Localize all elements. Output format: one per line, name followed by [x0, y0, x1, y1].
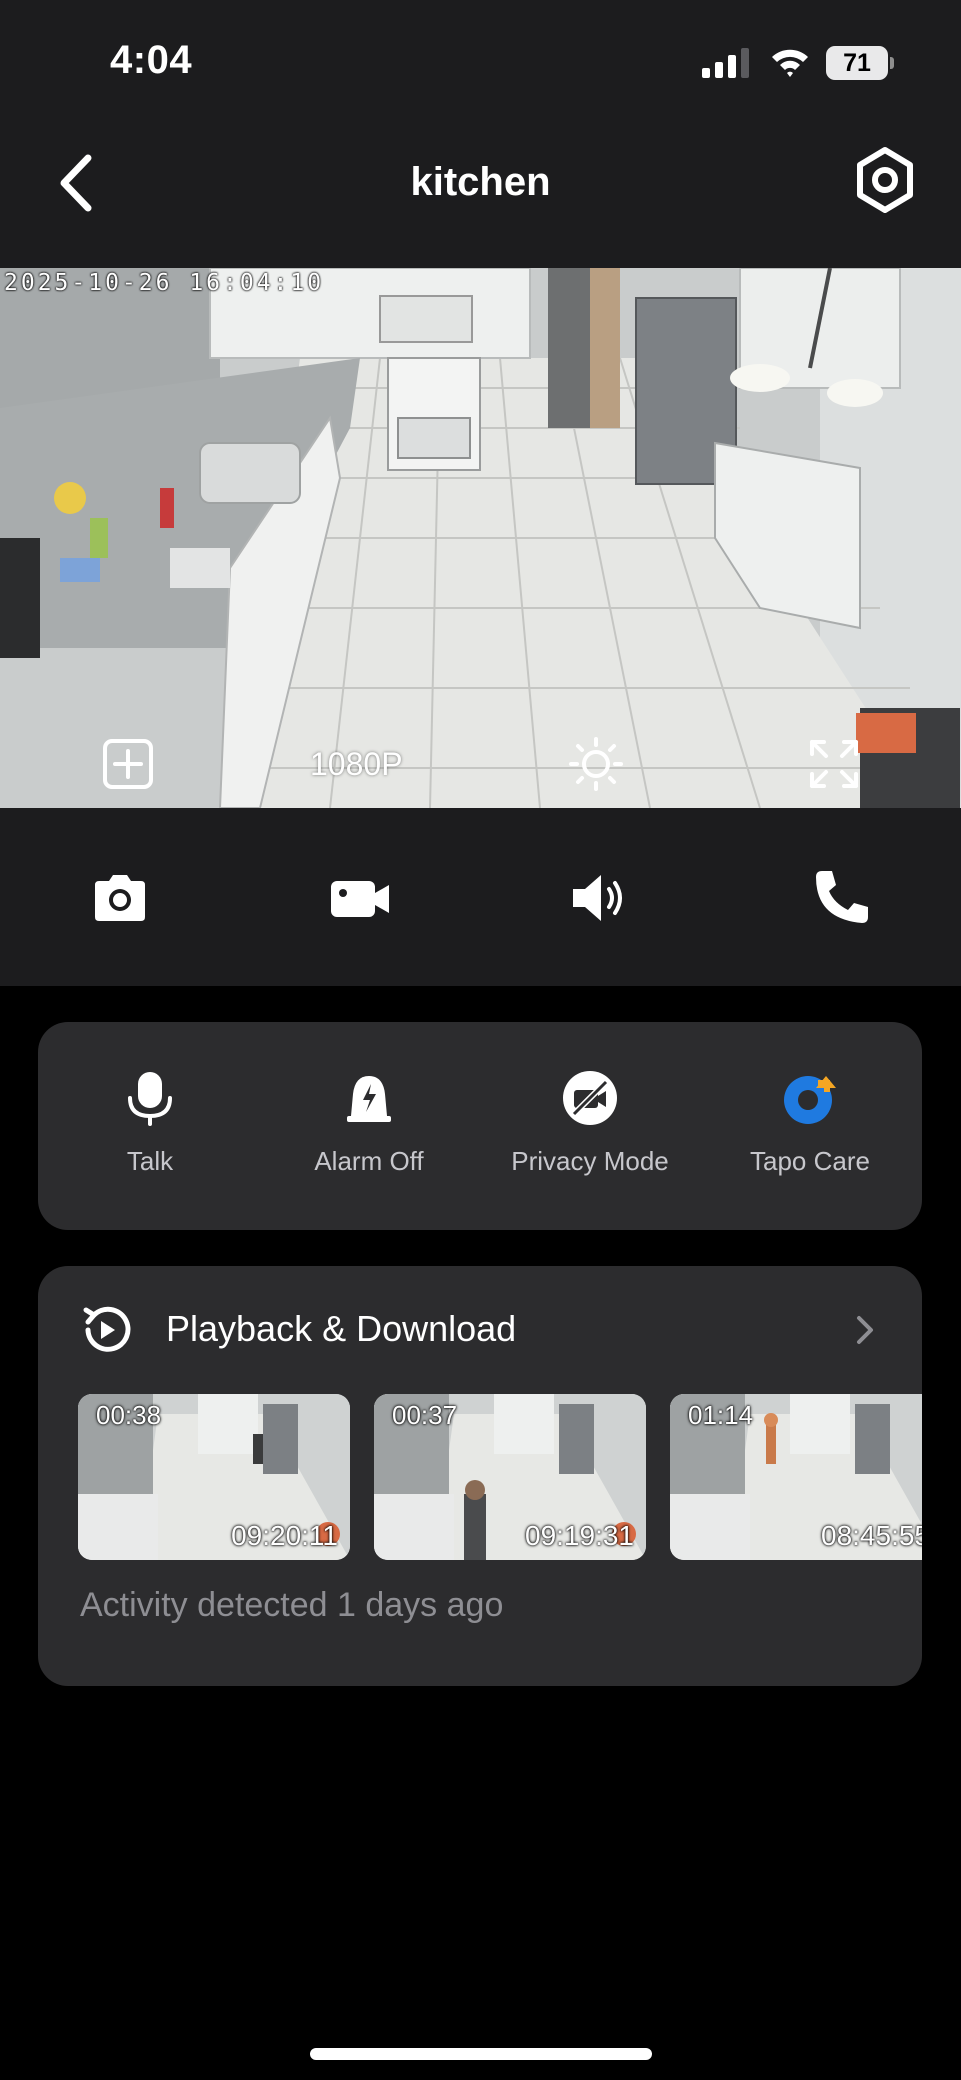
sound-button[interactable]	[565, 863, 635, 933]
tapo-care-button[interactable]: Tapo Care	[710, 1070, 910, 1200]
clip-thumbnail[interactable]: 00:38 09:20:11	[78, 1394, 350, 1560]
cellular-signal-icon	[702, 48, 749, 78]
phone-icon	[816, 871, 868, 923]
hexagon-settings-icon	[857, 147, 913, 213]
resolution-selector[interactable]: 1080P	[310, 736, 420, 792]
clip-list: 00:38 09:20:11 00:37 09:19:31 01:14 08:4…	[78, 1394, 922, 1562]
clip-time: 09:19:31	[525, 1520, 634, 1551]
alarm-bell-icon	[347, 1076, 391, 1122]
brightness-icon[interactable]	[568, 736, 624, 792]
playback-history-icon	[83, 1306, 131, 1352]
status-bar: 4:04 71	[0, 0, 961, 120]
clip-duration: 01:14	[688, 1400, 754, 1430]
fullscreen-icon[interactable]	[806, 736, 862, 792]
clip-thumbnail[interactable]: 00:37 09:19:31	[374, 1394, 646, 1560]
playback-card: Playback & Download 00:38 09:20:11 00:37…	[38, 1266, 922, 1686]
tapo-care-label: Tapo Care	[750, 1146, 870, 1176]
feed-timestamp: 2025-10-26 16:04:10	[4, 270, 325, 296]
home-indicator[interactable]	[310, 2048, 652, 2060]
activity-status: Activity detected 1 days ago	[80, 1586, 504, 1624]
privacy-mode-label: Privacy Mode	[511, 1146, 669, 1176]
clip-time: 09:20:11	[231, 1520, 338, 1551]
tapo-care-icon	[784, 1074, 836, 1124]
nav-bar: kitchen	[0, 120, 961, 268]
camera-icon	[95, 875, 145, 921]
microphone-icon	[128, 1072, 172, 1126]
clip-duration: 00:38	[96, 1400, 162, 1430]
talk-label: Talk	[126, 1146, 174, 1176]
clip-duration: 00:37	[392, 1400, 458, 1430]
snapshot-button[interactable]	[85, 863, 155, 933]
kitchen-feed-image	[0, 268, 961, 808]
battery-icon: 71	[826, 46, 894, 80]
quick-controls-card: Talk Alarm Off Privacy Mode Tapo Care	[38, 1022, 922, 1230]
settings-button[interactable]	[850, 140, 920, 220]
camera-live-feed[interactable]: 2025-10-26 16:04:10 1080P	[0, 268, 961, 808]
status-time: 4:04	[110, 38, 193, 82]
alarm-off-label: Alarm Off	[314, 1146, 424, 1176]
record-button[interactable]	[325, 863, 395, 933]
privacy-mode-button[interactable]: Privacy Mode	[490, 1070, 690, 1200]
wifi-icon	[772, 49, 808, 77]
page-title: kitchen	[410, 160, 551, 204]
clip-thumbnail[interactable]: 01:14 08:45:55	[670, 1394, 922, 1560]
clip-time: 08:45:55	[821, 1520, 922, 1551]
playback-header[interactable]: Playback & Download	[38, 1266, 922, 1384]
playback-title: Playback & Download	[166, 1308, 517, 1349]
speaker-icon	[573, 875, 622, 921]
action-bar	[0, 808, 961, 986]
call-button[interactable]	[806, 863, 876, 933]
camera-off-icon	[563, 1071, 617, 1125]
video-camera-icon	[331, 881, 389, 917]
add-view-icon[interactable]	[100, 736, 156, 792]
battery-level: 71	[826, 46, 888, 80]
chevron-right-icon	[857, 1316, 873, 1344]
talk-button[interactable]: Talk	[50, 1070, 250, 1200]
alarm-off-button[interactable]: Alarm Off	[269, 1070, 469, 1200]
